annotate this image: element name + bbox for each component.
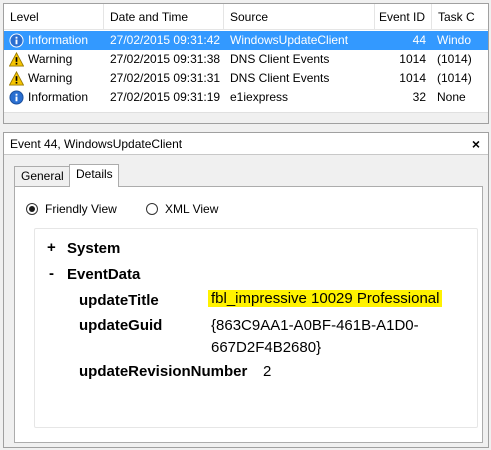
column-header-level[interactable]: Level (4, 4, 104, 30)
row-datetime: 27/02/2015 09:31:38 (110, 52, 221, 66)
detail-title-bar: Event 44, WindowsUpdateClient × (4, 133, 488, 155)
row-event-id: 1014 (399, 71, 426, 85)
row-event-id: 1014 (399, 52, 426, 66)
system-node[interactable]: System (67, 240, 120, 257)
close-icon[interactable]: × (472, 133, 480, 155)
field-value-update-guid-line1: {863C9AA1-A0BF-461B-A1D0- (211, 317, 419, 334)
row-level: Warning (28, 52, 73, 66)
column-header-source[interactable]: Source (224, 4, 375, 30)
tab-general[interactable]: General (14, 166, 70, 186)
column-header-task-category[interactable]: Task C (432, 4, 488, 30)
horizontal-scrollbar[interactable] (4, 112, 488, 123)
info-icon (9, 90, 24, 105)
radio-button[interactable] (146, 203, 158, 215)
radio-label: XML View (165, 202, 219, 216)
friendly-view-radio[interactable]: Friendly View (26, 201, 136, 217)
row-datetime: 27/02/2015 09:31:42 (110, 33, 221, 47)
event-row[interactable]: Warning 27/02/2015 09:31:31 DNS Client E… (4, 69, 488, 88)
row-task-category: (1014) (437, 52, 472, 66)
row-source: DNS Client Events (230, 52, 330, 66)
field-name-update-title: updateTitle (79, 292, 159, 309)
event-list-grid[interactable]: Level Date and Time Source Event ID Task… (3, 3, 489, 124)
row-level: Warning (28, 71, 73, 85)
event-row[interactable]: Information 27/02/2015 09:31:42 WindowsU… (4, 31, 488, 50)
field-name-update-guid: updateGuid (79, 317, 163, 334)
radio-label: Friendly View (45, 202, 117, 216)
row-datetime: 27/02/2015 09:31:31 (110, 71, 221, 85)
row-source: WindowsUpdateClient (230, 33, 349, 47)
row-task-category: None (437, 90, 466, 104)
column-header-date-time[interactable]: Date and Time (104, 4, 224, 30)
row-level: Information (28, 90, 89, 104)
field-value-update-guid-line2: 667D2F4B2680} (211, 339, 322, 356)
event-detail-pane: Event 44, WindowsUpdateClient × General … (3, 132, 489, 448)
expand-toggle[interactable]: + (47, 239, 56, 256)
row-source: DNS Client Events (230, 71, 330, 85)
warning-icon (9, 71, 24, 86)
tab-details[interactable]: Details (69, 164, 119, 187)
collapse-toggle[interactable]: - (49, 265, 54, 282)
row-datetime: 27/02/2015 09:31:19 (110, 90, 221, 104)
eventdata-node[interactable]: EventData (67, 266, 140, 283)
row-task-category: Windo (437, 33, 472, 47)
xml-view-radio[interactable]: XML View (146, 201, 236, 217)
event-row[interactable]: Information 27/02/2015 09:31:19 e1iexpre… (4, 88, 488, 107)
row-event-id: 32 (412, 90, 426, 104)
row-level: Information (28, 33, 89, 47)
grid-header: Level Date and Time Source Event ID Task… (4, 4, 488, 30)
info-icon (9, 33, 24, 48)
event-row[interactable]: Warning 27/02/2015 09:31:38 DNS Client E… (4, 50, 488, 69)
radio-button[interactable] (26, 203, 38, 215)
row-event-id: 44 (412, 33, 426, 47)
friendly-view-content: + System - EventData updateTitle fbl_imp… (34, 228, 478, 428)
field-value-update-title: fbl_impressive 10029 Professional (208, 290, 443, 307)
row-task-category: (1014) (437, 71, 472, 85)
warning-icon (9, 52, 24, 67)
column-header-event-id[interactable]: Event ID (375, 4, 432, 30)
row-source: e1iexpress (230, 90, 289, 104)
field-value-update-revision-number: 2 (263, 363, 272, 380)
field-name-update-revision-number: updateRevisionNumber (79, 363, 248, 380)
detail-title: Event 44, WindowsUpdateClient (10, 137, 183, 151)
details-tab-panel: Friendly View XML View + System - EventD… (14, 186, 483, 443)
